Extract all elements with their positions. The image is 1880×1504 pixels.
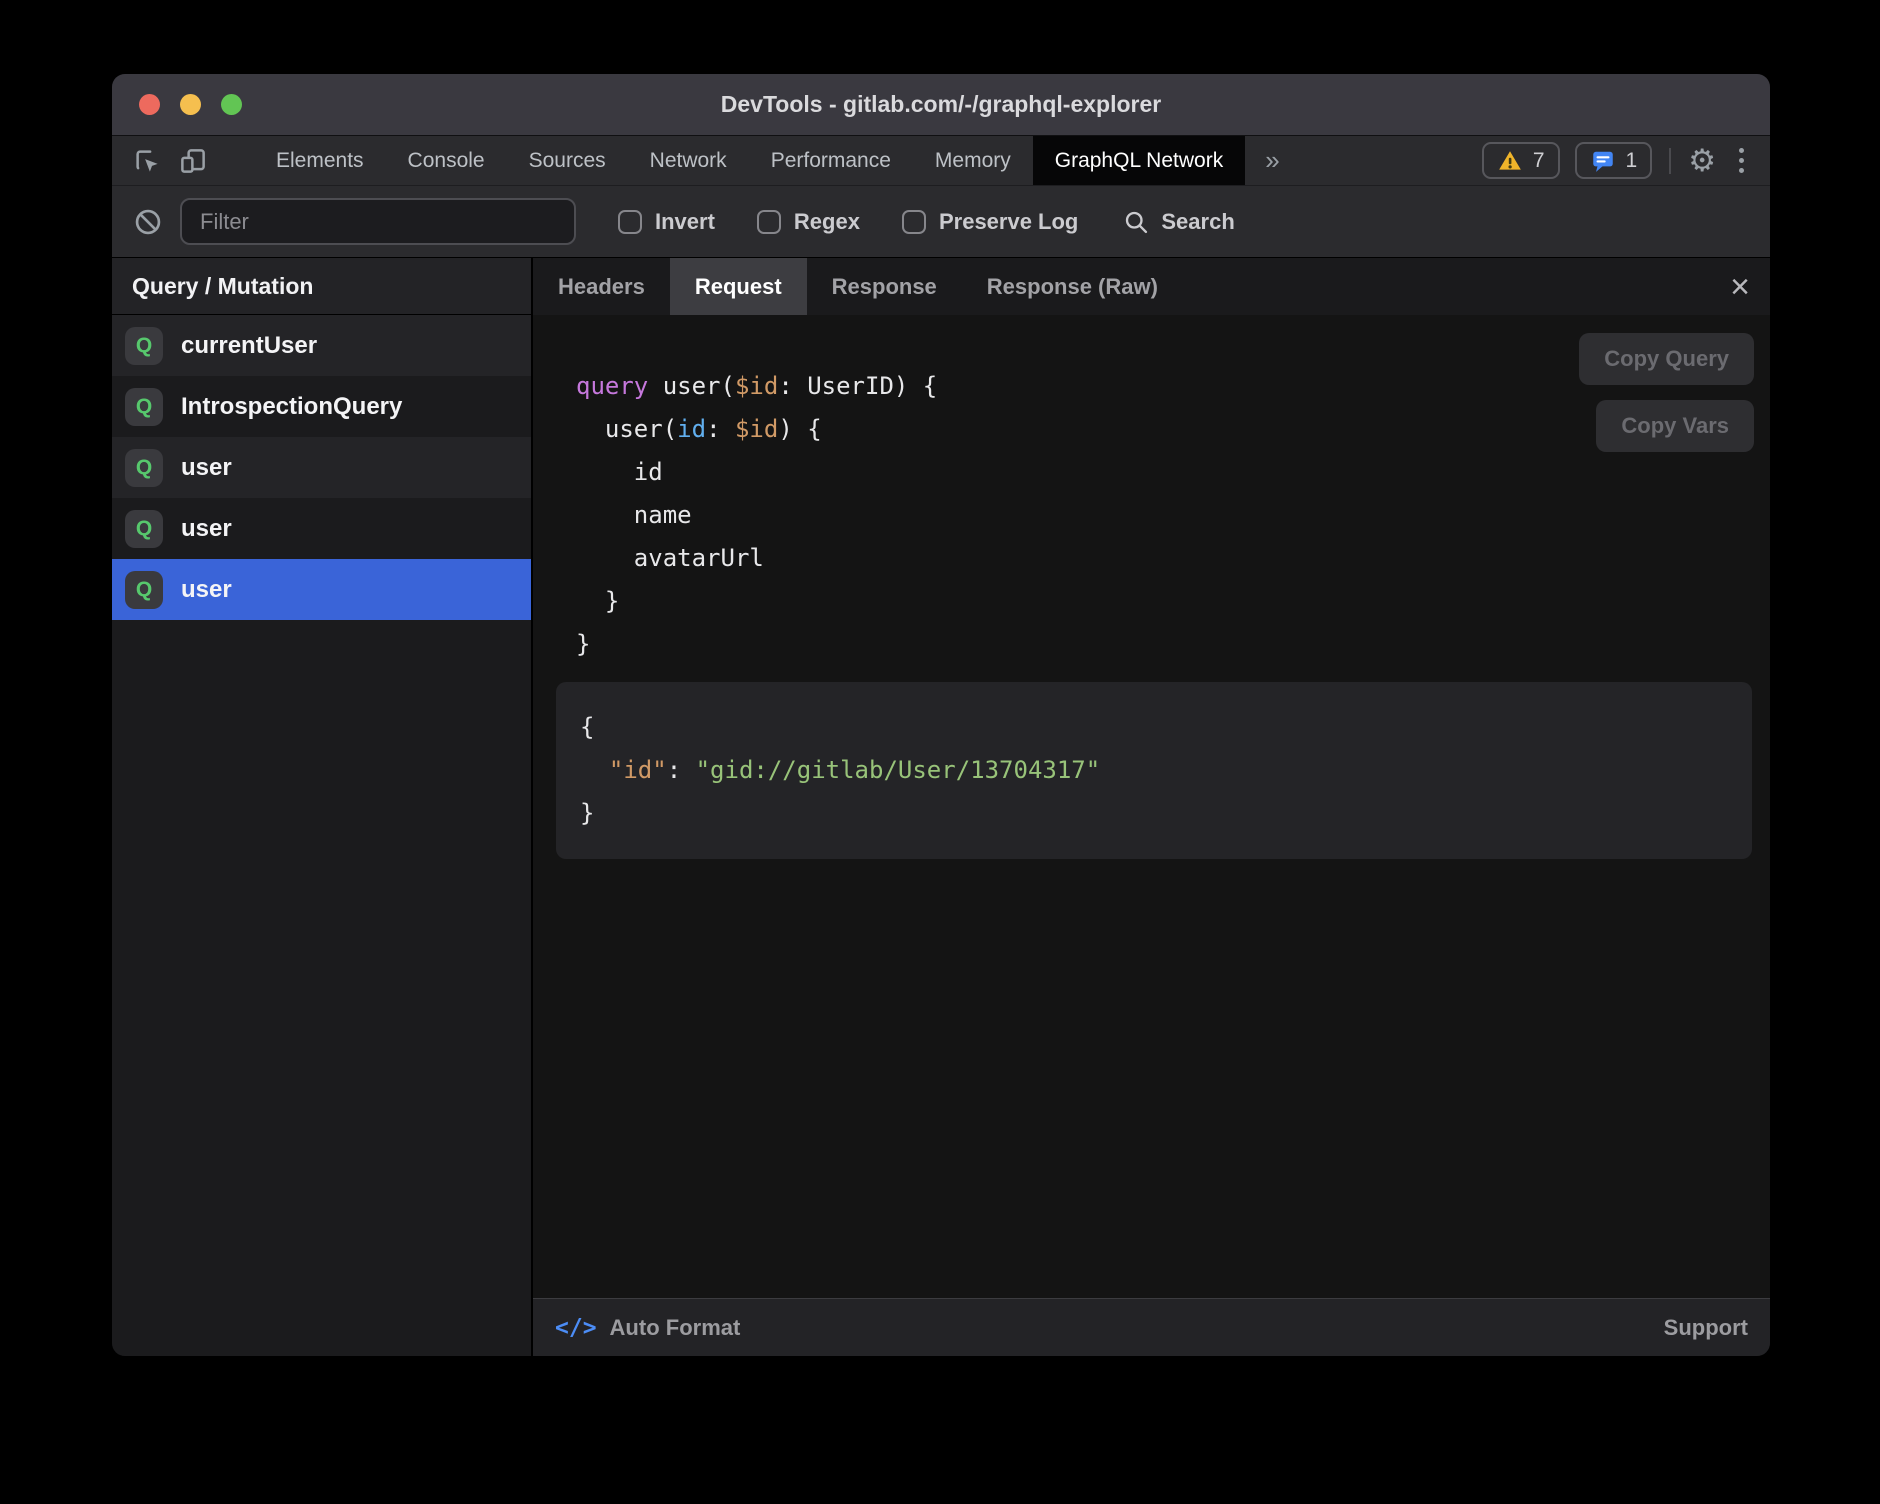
checkbox-label: Preserve Log (939, 209, 1078, 235)
checkbox-label: Invert (655, 209, 715, 235)
search-label: Search (1161, 209, 1234, 235)
query-list-item[interactable]: Q IntrospectionQuery (112, 376, 531, 437)
filter-checkboxes: Invert Regex Preserve Log (576, 209, 1078, 235)
code-line: avatarUrl (576, 537, 1752, 580)
code-line: { (580, 706, 1728, 749)
window-title: DevTools - gitlab.com/-/graphql-explorer (112, 91, 1770, 118)
devtools-tab-network[interactable]: Network (628, 136, 749, 185)
close-panel-icon[interactable]: × (1730, 270, 1750, 304)
query-type-badge: Q (125, 388, 163, 426)
toolbar-right: 7 1 ⚙ (1482, 136, 1770, 185)
code-line: } (580, 792, 1728, 835)
query-variables-code: { "id": "gid://gitlab/User/13704317"} (580, 706, 1728, 835)
clear-filter-icon[interactable] (132, 206, 164, 238)
detail-panel: HeadersRequestResponseResponse (Raw) × q… (533, 258, 1770, 1356)
checkbox-box-invert[interactable] (618, 210, 642, 234)
code-line: id (576, 451, 1752, 494)
query-name-label: user (181, 454, 232, 482)
chevron-double-right-icon: » (1265, 145, 1279, 176)
main-area: Query / Mutation QcurrentUserQIntrospect… (112, 257, 1770, 1356)
maximize-window-button[interactable] (221, 94, 242, 115)
request-content: query user($id: UserID) { user(id: $id) … (533, 315, 1770, 1298)
checkbox-label: Regex (794, 209, 860, 235)
inspect-element-icon[interactable] (124, 136, 170, 185)
search-control[interactable]: Search (1122, 208, 1234, 236)
device-toolbar-icon[interactable] (170, 136, 216, 185)
checkbox-box-preserve-log[interactable] (902, 210, 926, 234)
code-line: user(id: $id) { (576, 408, 1752, 451)
devtools-tab-performance[interactable]: Performance (749, 136, 913, 185)
devtools-tab-memory[interactable]: Memory (913, 136, 1033, 185)
settings-gear-icon[interactable]: ⚙ (1688, 145, 1716, 176)
copy-vars-button[interactable]: Copy Vars (1596, 400, 1754, 452)
checkbox-preserve-log[interactable]: Preserve Log (902, 209, 1078, 235)
warning-icon (1497, 148, 1523, 174)
query-type-badge: Q (125, 510, 163, 548)
code-line: } (576, 623, 1752, 666)
more-tabs-button[interactable]: » (1245, 136, 1299, 185)
code-line: "id": "gid://gitlab/User/13704317" (580, 749, 1728, 792)
panel-tab-response[interactable]: Response (807, 258, 962, 315)
support-link[interactable]: Support (1664, 1315, 1748, 1341)
devtools-toolbar: ElementsConsoleSourcesNetworkPerformance… (112, 136, 1770, 185)
search-icon (1122, 208, 1150, 236)
filter-input[interactable] (180, 198, 576, 245)
filter-bar: Invert Regex Preserve Log Search (112, 185, 1770, 257)
panel-tab-request[interactable]: Request (670, 258, 807, 315)
query-variables-box: { "id": "gid://gitlab/User/13704317"} (556, 682, 1752, 859)
query-list-item[interactable]: Quser (112, 498, 531, 559)
panel-footer: </> Auto Format Support (533, 1298, 1770, 1356)
minimize-window-button[interactable] (180, 94, 201, 115)
code-line: name (576, 494, 1752, 537)
title-bar: DevTools - gitlab.com/-/graphql-explorer (112, 74, 1770, 136)
query-type-badge: Q (125, 449, 163, 487)
warnings-badge[interactable]: 7 (1482, 142, 1560, 179)
traffic-lights (139, 74, 242, 135)
query-sidebar: Query / Mutation QcurrentUserQIntrospect… (112, 258, 533, 1356)
toolbar-left-icons (112, 136, 238, 185)
query-list-item[interactable]: QcurrentUser (112, 315, 531, 376)
query-type-badge: Q (125, 327, 163, 365)
more-options-kebab-icon[interactable] (1731, 148, 1752, 173)
code-line: } (576, 580, 1752, 623)
query-type-badge: Q (125, 571, 163, 609)
query-name-label: currentUser (181, 332, 317, 360)
issues-badge[interactable]: 1 (1575, 142, 1653, 179)
devtools-tab-sources[interactable]: Sources (507, 136, 628, 185)
toolbar-right-separator (1669, 148, 1671, 174)
devtools-tab-console[interactable]: Console (386, 136, 507, 185)
code-brackets-icon: </> (555, 1315, 597, 1341)
devtools-tab-elements[interactable]: Elements (254, 136, 386, 185)
query-list: QcurrentUserQIntrospectionQueryQuserQuse… (112, 315, 531, 620)
checkbox-invert[interactable]: Invert (618, 209, 715, 235)
warning-count: 7 (1533, 149, 1545, 173)
query-name-label: user (181, 576, 232, 604)
close-window-button[interactable] (139, 94, 160, 115)
devtools-window: DevTools - gitlab.com/-/graphql-explorer… (112, 74, 1770, 1356)
panel-tabs-list: HeadersRequestResponseResponse (Raw) (533, 258, 1183, 315)
query-list-item[interactable]: Quser (112, 559, 531, 620)
auto-format-label: Auto Format (610, 1315, 741, 1341)
checkbox-box-regex[interactable] (757, 210, 781, 234)
message-icon (1590, 148, 1616, 174)
panel-tabs: HeadersRequestResponseResponse (Raw) × (533, 258, 1770, 315)
query-name-label: IntrospectionQuery (181, 393, 402, 421)
checkbox-regex[interactable]: Regex (757, 209, 860, 235)
sidebar-header: Query / Mutation (112, 258, 531, 315)
auto-format-button[interactable]: </> Auto Format (555, 1315, 740, 1341)
devtools-tabs: ElementsConsoleSourcesNetworkPerformance… (254, 136, 1245, 185)
copy-query-button[interactable]: Copy Query (1579, 333, 1754, 385)
panel-tab-headers[interactable]: Headers (533, 258, 670, 315)
copy-buttons: Copy Query Copy Vars (1579, 333, 1754, 452)
query-name-label: user (181, 515, 232, 543)
devtools-tab-graphql-network[interactable]: GraphQL Network (1033, 136, 1245, 185)
issues-count: 1 (1626, 149, 1638, 173)
graphql-query-code: query user($id: UserID) { user(id: $id) … (556, 365, 1752, 666)
code-line: query user($id: UserID) { (576, 365, 1752, 408)
query-list-item[interactable]: Quser (112, 437, 531, 498)
panel-tab-response-raw[interactable]: Response (Raw) (962, 258, 1183, 315)
